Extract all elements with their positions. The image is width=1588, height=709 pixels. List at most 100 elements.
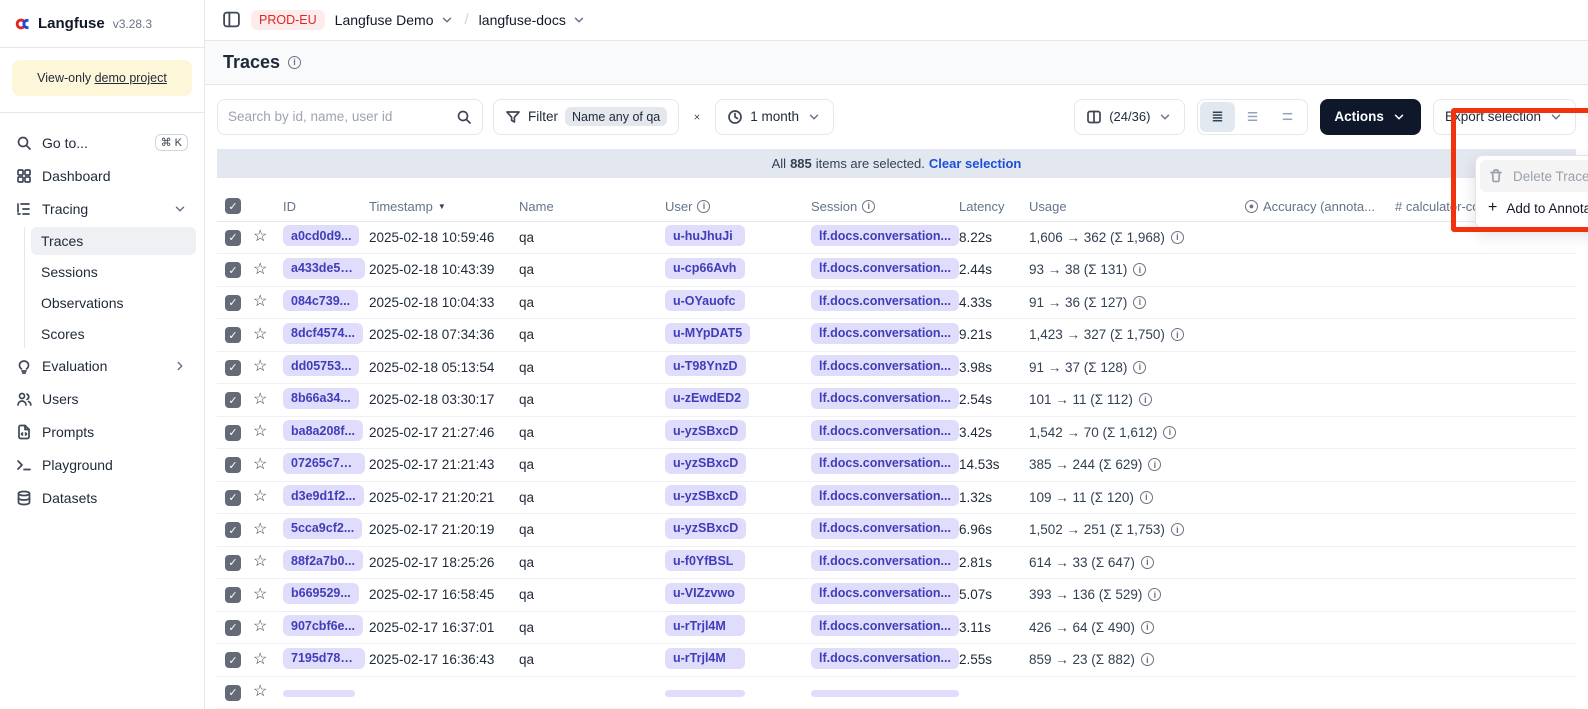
row-checkbox[interactable]: ✓ [225,295,241,311]
col-header-timestamp[interactable]: Timestamp▼ [369,199,519,214]
table-row[interactable]: ✓ ☆ 8dcf4574... 2025-02-18 07:34:36 qa u… [217,319,1576,352]
session-badge[interactable]: lf.docs.conversation... [811,485,959,506]
row-checkbox[interactable]: ✓ [225,652,241,668]
user-badge[interactable]: u-cp66Avh [665,258,745,279]
sidebar-item-scores[interactable]: Scores [31,320,196,348]
session-badge[interactable]: lf.docs.conversation... [811,225,959,246]
trace-id-badge[interactable]: 5cca9cf2... [283,518,362,539]
trace-id-badge[interactable]: 907cbf6e... [283,615,363,636]
table-row[interactable]: ✓ ☆ a433de51... 2025-02-18 10:43:39 qa u… [217,254,1576,287]
row-checkbox[interactable]: ✓ [225,587,241,603]
user-badge[interactable]: u-yzSBxcD [665,420,746,441]
col-header-accuracy[interactable]: ●Accuracy (annota... [1245,199,1395,214]
col-header-usage[interactable]: Usage [1029,199,1245,214]
sidebar-item-dashboard[interactable]: Dashboard [8,161,196,191]
user-badge[interactable]: u-rTrjl4M [665,648,745,669]
col-header-session[interactable]: Sessioni [811,199,959,214]
col-header-id[interactable]: ID [283,199,369,214]
columns-button[interactable]: (24/36) [1074,99,1185,135]
sidebar-item-tracing[interactable]: Tracing [8,194,196,224]
session-badge[interactable]: lf.docs.conversation... [811,648,959,669]
sidebar-item-traces[interactable]: Traces [31,227,196,255]
col-header-user[interactable]: Useri [665,199,811,214]
user-badge[interactable]: u-rTrjl4M [665,615,745,636]
bookmark-star-icon[interactable]: ☆ [253,294,267,310]
row-checkbox[interactable]: ✓ [225,522,241,538]
bookmark-star-icon[interactable]: ☆ [253,652,267,668]
trace-id-badge[interactable]: 084c739... [283,290,358,311]
row-height-large-icon[interactable] [1270,102,1305,132]
actions-button[interactable]: Actions [1320,99,1421,135]
bookmark-star-icon[interactable]: ☆ [253,262,267,278]
search-icon[interactable] [456,109,472,125]
table-row[interactable]: ✓ ☆ b669529... 2025-02-17 16:58:45 qa u-… [217,579,1576,612]
trace-id-badge[interactable]: 07265c7a... [283,453,365,474]
table-row[interactable]: ✓ ☆ 8b66a34... 2025-02-18 03:30:17 qa u-… [217,384,1576,417]
row-checkbox[interactable]: ✓ [225,230,241,246]
trace-id-badge[interactable]: a0cd0d9... [283,225,359,246]
bookmark-star-icon[interactable]: ☆ [253,684,267,700]
breadcrumb-org[interactable]: Langfuse Demo [335,12,455,28]
row-checkbox[interactable]: ✓ [225,620,241,636]
col-header-latency[interactable]: Latency [959,199,1029,214]
bookmark-star-icon[interactable]: ☆ [253,229,267,245]
filter-button[interactable]: Filter Name any of qa [493,99,679,135]
trace-id-badge[interactable]: a433de51... [283,258,365,279]
breadcrumb-project[interactable]: langfuse-docs [479,12,587,28]
row-height-small-icon[interactable] [1200,102,1235,132]
session-badge[interactable]: lf.docs.conversation... [811,583,959,604]
bookmark-star-icon[interactable]: ☆ [253,619,267,635]
user-badge[interactable]: u-yzSBxcD [665,453,746,474]
table-row[interactable]: ✓ ☆ 084c739... 2025-02-18 10:04:33 qa u-… [217,287,1576,320]
trace-id-badge[interactable]: dd05753... [283,355,359,376]
sidebar-item-users[interactable]: Users [8,384,196,414]
table-row[interactable]: ✓ ☆ 07265c7a... 2025-02-17 21:21:43 qa u… [217,449,1576,482]
table-row[interactable]: ✓ ☆ 88f2a7b0... 2025-02-17 18:25:26 qa u… [217,547,1576,580]
session-badge[interactable]: lf.docs.conversation... [811,290,959,311]
sidebar-item-goto[interactable]: Go to... ⌘ K [8,127,196,158]
table-row[interactable]: ✓ ☆ 907cbf6e... 2025-02-17 16:37:01 qa u… [217,612,1576,645]
user-badge[interactable] [665,690,745,697]
user-badge[interactable]: u-VIZzvwo [665,583,745,604]
row-height-medium-icon[interactable] [1235,102,1270,132]
user-badge[interactable]: u-f0YfBSL [665,550,745,571]
table-row[interactable]: ✓ ☆ 5cca9cf2... 2025-02-17 21:20:19 qa u… [217,514,1576,547]
table-row[interactable]: ✓ ☆ 7195d78e... 2025-02-17 16:36:43 qa u… [217,644,1576,677]
user-badge[interactable]: u-T98YnzD [665,355,746,376]
user-badge[interactable]: u-yzSBxcD [665,518,746,539]
trace-id-badge[interactable]: 88f2a7b0... [283,550,363,571]
row-checkbox[interactable]: ✓ [225,490,241,506]
user-badge[interactable]: u-MYpDAT5 [665,323,750,344]
session-badge[interactable]: lf.docs.conversation... [811,420,959,441]
table-row[interactable]: ✓ ☆ ba8a208f... 2025-02-17 21:27:46 qa u… [217,417,1576,450]
bookmark-star-icon[interactable]: ☆ [253,522,267,538]
trace-id-badge[interactable]: ba8a208f... [283,420,363,441]
select-all-checkbox[interactable]: ✓ [225,198,241,214]
clear-selection-link[interactable]: Clear selection [929,156,1022,171]
row-checkbox[interactable]: ✓ [225,327,241,343]
trace-id-badge[interactable]: 7195d78e... [283,648,365,669]
sidebar-item-evaluation[interactable]: Evaluation [8,351,196,381]
user-badge[interactable]: u-huJhuJi [665,225,745,246]
session-badge[interactable] [811,690,959,697]
sidebar-item-prompts[interactable]: Prompts [8,417,196,447]
bookmark-star-icon[interactable]: ☆ [253,392,267,408]
bookmark-star-icon[interactable]: ☆ [253,457,267,473]
session-badge[interactable]: lf.docs.conversation... [811,615,959,636]
menu-item-add-to-annotation-queue[interactable]: + Add to Annotation Queue [1480,192,1588,224]
col-header-name[interactable]: Name [519,199,665,214]
user-badge[interactable]: u-OYauofc [665,290,745,311]
menu-item-delete-traces[interactable]: Delete Traces [1480,160,1588,192]
time-range-button[interactable]: 1 month [715,99,834,135]
demo-project-link[interactable]: demo project [95,71,167,85]
export-selection-button[interactable]: Export selection [1433,99,1576,135]
clear-filter-icon[interactable] [689,109,705,125]
sidebar-item-playground[interactable]: Playground [8,450,196,480]
table-row[interactable]: ✓ ☆ d3e9d1f2... 2025-02-17 21:20:21 qa u… [217,482,1576,515]
trace-id-badge[interactable]: 8dcf4574... [283,323,363,344]
table-row[interactable]: ✓ ☆ dd05753... 2025-02-18 05:13:54 qa u-… [217,352,1576,385]
search-input[interactable] [228,109,448,124]
trace-id-badge[interactable]: b669529... [283,583,359,604]
sidebar-item-sessions[interactable]: Sessions [31,258,196,286]
user-badge[interactable]: u-yzSBxcD [665,485,746,506]
